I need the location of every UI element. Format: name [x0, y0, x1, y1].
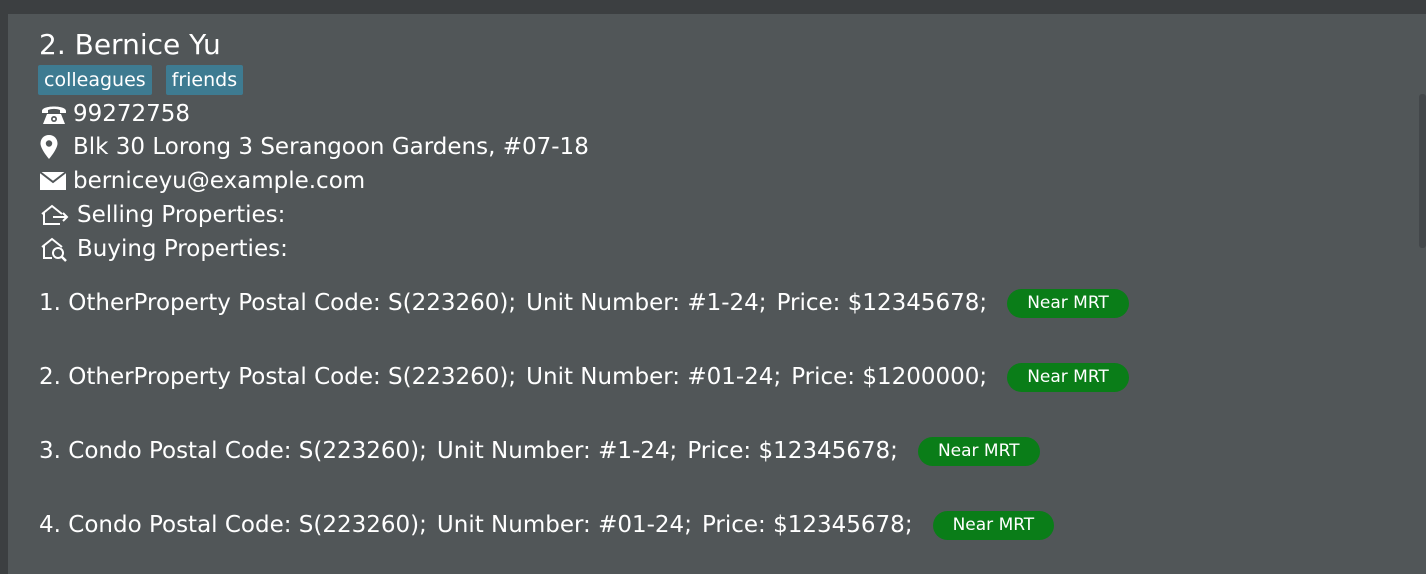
property-title: 3. Condo Postal Code: S(223260);	[39, 438, 427, 464]
left-strip	[0, 14, 8, 574]
property-item-3: 3. Condo Postal Code: S(223260); Unit Nu…	[39, 435, 1040, 467]
property-title: 2. OtherProperty Postal Code: S(223260);	[39, 364, 517, 390]
location-pin-icon	[39, 132, 69, 162]
property-price: Price: $12345678;	[776, 290, 988, 316]
property-title: 4. Condo Postal Code: S(223260);	[39, 512, 427, 538]
tag-friends: friends	[165, 65, 244, 95]
buying-row: Buying Properties:	[39, 234, 288, 264]
property-price: Price: $1200000;	[791, 364, 988, 390]
property-item-2: 2. OtherProperty Postal Code: S(223260);…	[39, 361, 1129, 393]
property-tag: Near MRT	[1007, 362, 1129, 392]
property-item-4: 4. Condo Postal Code: S(223260); Unit Nu…	[39, 509, 1055, 541]
buying-label: Buying Properties:	[77, 236, 288, 262]
selling-label: Selling Properties:	[77, 202, 286, 228]
property-unit: Unit Number: #1-24;	[436, 438, 678, 464]
phone-row: 99272758	[39, 99, 190, 129]
person-card[interactable]: 2. Bernice Yu colleagues friends 9927275…	[8, 14, 1413, 574]
email-row: berniceyu@example.com	[39, 166, 365, 196]
property-tag: Near MRT	[932, 510, 1055, 540]
email-value: berniceyu@example.com	[73, 168, 366, 194]
property-item-1: 1. OtherProperty Postal Code: S(223260);…	[39, 287, 1129, 319]
top-bar	[0, 0, 1426, 14]
person-name: 2. Bernice Yu	[39, 28, 221, 61]
envelope-icon	[39, 166, 69, 196]
address-row: Blk 30 Lorong 3 Serangoon Gardens, #07-1…	[39, 132, 589, 162]
property-tag: Near MRT	[917, 436, 1040, 466]
phone-icon	[39, 99, 69, 129]
address-value: Blk 30 Lorong 3 Serangoon Gardens, #07-1…	[73, 134, 589, 160]
property-unit: Unit Number: #01-24;	[526, 364, 782, 390]
property-tag: Near MRT	[1007, 288, 1129, 318]
house-search-icon	[39, 234, 73, 264]
property-title: 1. OtherProperty Postal Code: S(223260);	[39, 290, 517, 316]
house-arrow-icon	[39, 200, 73, 230]
tag-colleagues: colleagues	[38, 65, 152, 95]
property-price: Price: $12345678;	[687, 438, 898, 464]
property-unit: Unit Number: #01-24;	[436, 512, 692, 538]
phone-value: 99272758	[73, 101, 191, 127]
property-price: Price: $12345678;	[701, 512, 913, 538]
tag-list: colleagues friends	[38, 65, 244, 95]
property-unit: Unit Number: #1-24;	[526, 290, 767, 316]
selling-row: Selling Properties:	[39, 200, 285, 230]
scrollbar-thumb[interactable]	[1419, 94, 1426, 248]
